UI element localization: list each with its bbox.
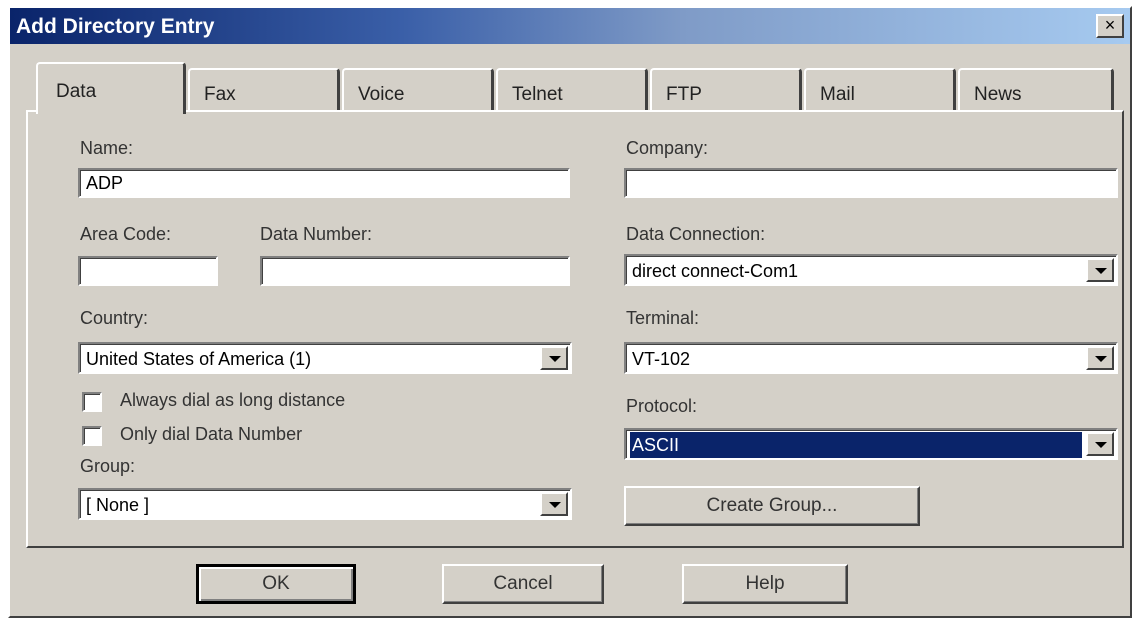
data-number-label: Data Number: — [260, 224, 373, 244]
country-dropdown-arrow-icon[interactable] — [540, 346, 568, 370]
country-select[interactable]: United States of America (1) — [78, 342, 572, 374]
protocol-select[interactable]: ASCII — [624, 428, 1118, 460]
tab-ftp[interactable]: FTP — [650, 68, 802, 112]
data-connection-label: Data Connection: — [626, 224, 766, 244]
ok-button[interactable]: OK — [196, 564, 356, 604]
only-dial-label: Only dial Data Number — [120, 424, 303, 444]
data-tab-panel: Name: ADP Area Code: Data Number: Countr… — [26, 110, 1124, 548]
country-label: Country: — [80, 308, 149, 328]
group-dropdown-arrow-icon[interactable] — [540, 492, 568, 516]
country-value: United States of America (1) — [86, 349, 312, 369]
group-label: Group: — [80, 456, 136, 476]
company-input[interactable] — [624, 168, 1118, 198]
terminal-label: Terminal: — [626, 308, 700, 328]
tab-news[interactable]: News — [958, 68, 1114, 112]
terminal-select[interactable]: VT-102 — [624, 342, 1118, 374]
cancel-button[interactable]: Cancel — [442, 564, 604, 604]
close-button[interactable]: × — [1096, 14, 1124, 38]
protocol-value: ASCII — [630, 432, 1082, 458]
area-code-label: Area Code: — [80, 224, 172, 244]
tab-fax[interactable]: Fax — [188, 68, 340, 112]
always-dial-label: Always dial as long distance — [120, 390, 346, 410]
protocol-label: Protocol: — [626, 396, 698, 416]
tab-data[interactable]: Data — [36, 62, 186, 114]
company-label: Company: — [626, 138, 709, 158]
data-connection-select[interactable]: direct connect-Com1 — [624, 254, 1118, 286]
name-label: Name: — [80, 138, 134, 158]
protocol-dropdown-arrow-icon[interactable] — [1086, 432, 1114, 456]
title-bar[interactable]: Add Directory Entry × — [10, 8, 1130, 44]
area-code-input[interactable] — [78, 256, 218, 286]
help-button[interactable]: Help — [682, 564, 848, 604]
add-directory-entry-dialog: Add Directory Entry × Data Fax Voice Tel… — [8, 6, 1132, 618]
always-dial-checkbox[interactable] — [82, 392, 102, 412]
data-connection-dropdown-arrow-icon[interactable] — [1086, 258, 1114, 282]
data-connection-value: direct connect-Com1 — [632, 261, 799, 281]
create-group-button[interactable]: Create Group... — [624, 486, 920, 526]
tab-mail[interactable]: Mail — [804, 68, 956, 112]
data-number-input[interactable] — [260, 256, 570, 286]
terminal-dropdown-arrow-icon[interactable] — [1086, 346, 1114, 370]
terminal-value: VT-102 — [632, 349, 691, 369]
name-input[interactable]: ADP — [78, 168, 570, 198]
group-select[interactable]: [ None ] — [78, 488, 572, 520]
tab-telnet[interactable]: Telnet — [496, 68, 648, 112]
only-dial-checkbox[interactable] — [82, 426, 102, 446]
group-value: [ None ] — [86, 495, 150, 515]
tab-voice[interactable]: Voice — [342, 68, 494, 112]
window-title: Add Directory Entry — [16, 15, 215, 38]
